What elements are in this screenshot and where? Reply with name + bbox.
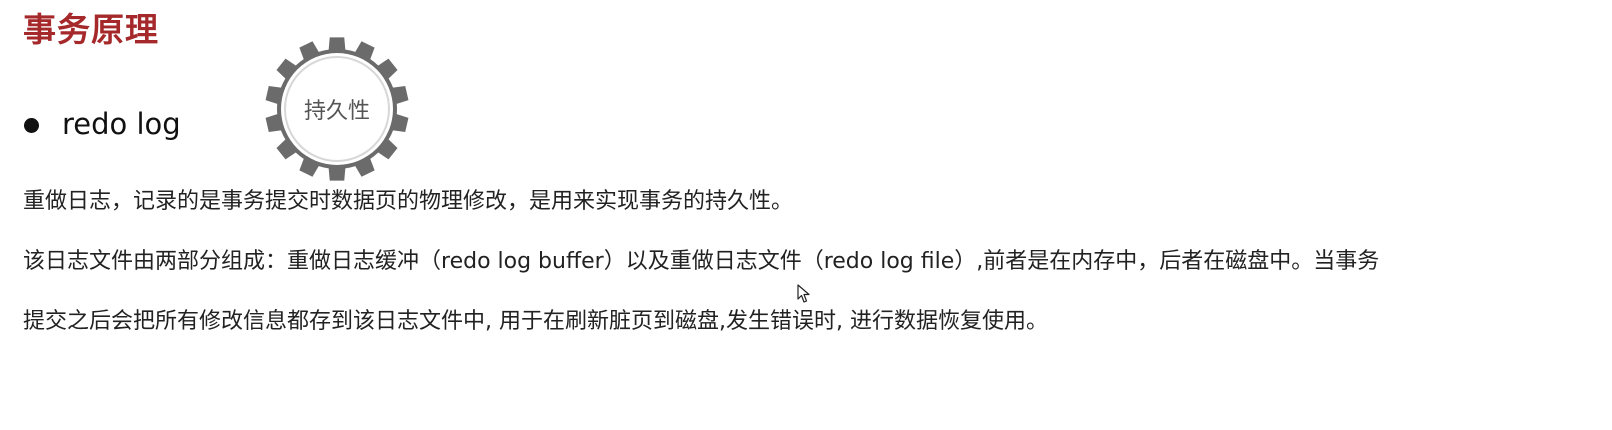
bullet-label: redo log bbox=[62, 107, 181, 141]
paragraph-composition: 该日志文件由两部分组成：重做日志缓冲（redo log buffer）以及重做日… bbox=[23, 249, 1380, 274]
bullet-item-redo-log: redo log bbox=[24, 102, 181, 146]
paragraph-usage: 提交之后会把所有修改信息都存到该日志文件中, 用于在刷新脏页到磁盘,发生错误时,… bbox=[23, 309, 1048, 334]
page-title: 事务原理 bbox=[23, 10, 159, 49]
bullet-dot-icon bbox=[24, 117, 39, 133]
durability-badge: 持久性 bbox=[262, 34, 412, 184]
badge-label: 持久性 bbox=[303, 99, 370, 124]
paragraph-definition: 重做日志，记录的是事务提交时数据页的物理修改，是用来实现事务的持久性。 bbox=[23, 189, 794, 214]
mouse-pointer-icon bbox=[797, 284, 810, 303]
